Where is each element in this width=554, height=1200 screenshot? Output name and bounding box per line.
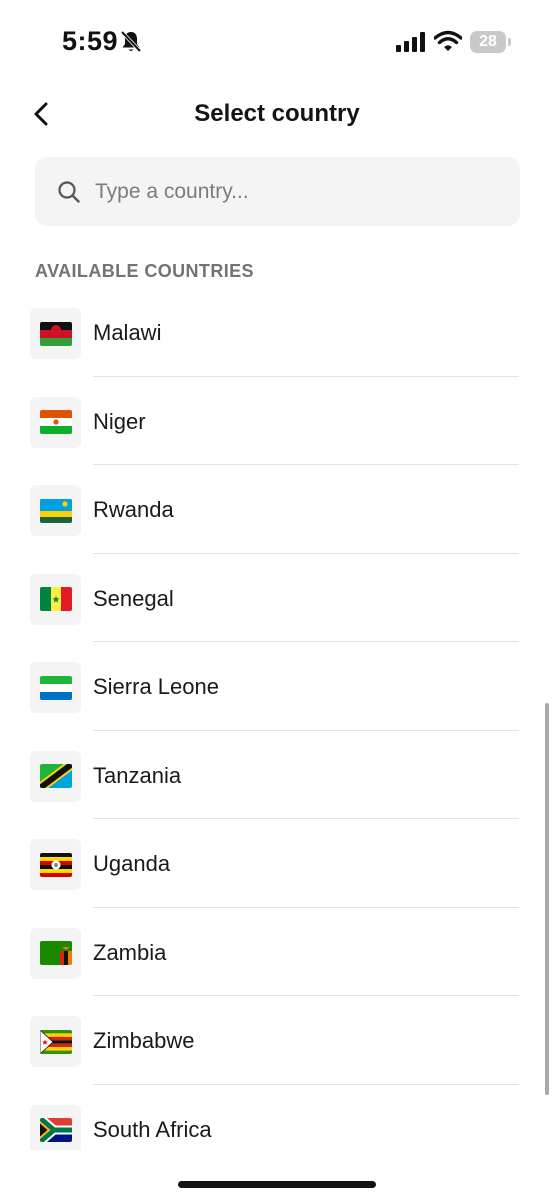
battery-level: 28 bbox=[479, 33, 497, 50]
bell-slash-icon bbox=[120, 30, 142, 53]
status-time: 5:59 bbox=[62, 26, 119, 56]
flag-tile bbox=[30, 573, 81, 625]
search-box[interactable] bbox=[35, 157, 520, 226]
rwanda-flag-icon bbox=[39, 498, 72, 523]
country-list: Malawi Niger Rwanda Senegal Sierra Leone… bbox=[0, 288, 554, 1173]
country-name: Zimbabwe bbox=[93, 1028, 195, 1053]
country-item-senegal[interactable]: Senegal bbox=[0, 554, 554, 642]
country-item-malawi[interactable]: Malawi bbox=[0, 288, 554, 377]
country-item-tanzania[interactable]: Tanzania bbox=[0, 731, 554, 819]
scrollbar[interactable] bbox=[545, 703, 549, 1095]
south-africa-flag-icon bbox=[39, 1118, 72, 1142]
section-label: AVAILABLE COUNTRIES bbox=[35, 261, 254, 281]
country-name: Rwanda bbox=[93, 497, 174, 522]
flag-tile bbox=[30, 1104, 81, 1156]
page-title: Select country bbox=[194, 100, 360, 127]
home-indicator[interactable] bbox=[178, 1181, 376, 1188]
country-name: South Africa bbox=[93, 1116, 212, 1142]
battery-icon: 28 bbox=[470, 31, 506, 53]
zambia-flag-icon bbox=[39, 941, 72, 965]
bottom-safe-area bbox=[0, 1150, 554, 1200]
flag-tile bbox=[30, 485, 81, 536]
status-bar: 5:59 28 bbox=[0, 0, 554, 80]
screen: 5:59 28 Select country Type a country...… bbox=[0, 0, 554, 1200]
country-item-rwanda[interactable]: Rwanda bbox=[0, 465, 554, 554]
flag-tile bbox=[30, 750, 81, 802]
flag-tile bbox=[30, 308, 81, 359]
niger-flag-icon bbox=[39, 410, 72, 434]
flag-tile bbox=[30, 839, 81, 890]
country-name: Sierra Leone bbox=[93, 674, 219, 699]
country-name: Zambia bbox=[93, 939, 167, 965]
country-name: Niger bbox=[93, 408, 146, 434]
country-item-zimbabwe[interactable]: Zimbabwe bbox=[0, 996, 554, 1085]
flag-tile bbox=[30, 927, 81, 979]
search-input[interactable] bbox=[95, 179, 475, 204]
country-item-uganda[interactable]: Uganda bbox=[0, 819, 554, 908]
country-name: Uganda bbox=[93, 851, 171, 876]
cellular-signal-icon bbox=[396, 32, 425, 52]
search-icon bbox=[58, 180, 80, 203]
country-name: Malawi bbox=[93, 320, 162, 345]
uganda-flag-icon bbox=[39, 852, 72, 877]
senegal-flag-icon bbox=[39, 587, 72, 611]
wifi-icon bbox=[434, 30, 462, 51]
country-item-zambia[interactable]: Zambia bbox=[0, 908, 554, 996]
malawi-flag-icon bbox=[39, 321, 72, 346]
flag-tile bbox=[30, 662, 81, 713]
country-item-niger[interactable]: Niger bbox=[0, 377, 554, 465]
battery-cap bbox=[508, 38, 511, 46]
sierra-leone-flag-icon bbox=[39, 675, 72, 700]
country-item-sierra-leone[interactable]: Sierra Leone bbox=[0, 642, 554, 731]
flag-tile bbox=[30, 1016, 81, 1067]
flag-tile bbox=[30, 396, 81, 448]
country-name: Senegal bbox=[93, 585, 174, 611]
country-name: Tanzania bbox=[93, 762, 182, 788]
tanzania-flag-icon bbox=[39, 764, 72, 788]
zimbabwe-flag-icon bbox=[39, 1029, 72, 1054]
